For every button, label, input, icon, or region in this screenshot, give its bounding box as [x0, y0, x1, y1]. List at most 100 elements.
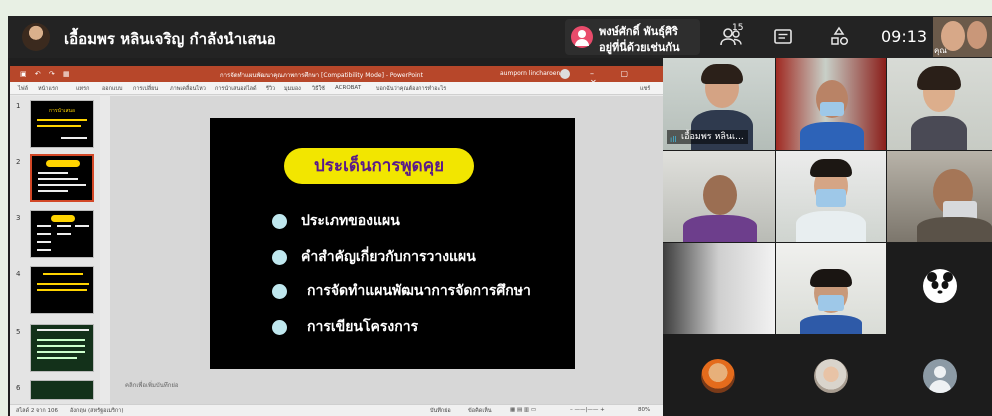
- participant-body: [917, 217, 992, 242]
- share-button[interactable]: แชร์: [640, 85, 650, 93]
- thumbnail-line: [37, 351, 85, 353]
- ribbon-tab[interactable]: มุมมอง: [284, 85, 301, 93]
- bullet-text: คำสำคัญเกี่ยวกับการวางแผน: [301, 249, 476, 265]
- participant-face: [703, 175, 737, 215]
- teams-meeting-window: เอื้อมพร หลินเจริญ กำลังนำเสนอ พงษ์ศักดิ…: [8, 16, 992, 416]
- slide-title: ประเด็นการพูดคุย: [284, 148, 474, 184]
- participant-tile[interactable]: [663, 243, 775, 334]
- thumbnail-line: [37, 225, 51, 227]
- ribbon-tab[interactable]: รีวิว: [266, 85, 275, 93]
- slide-thumbnail[interactable]: [30, 210, 94, 258]
- meeting-clock: 09:13: [881, 27, 928, 46]
- ribbon-tab[interactable]: การนำเสนอสไลด์: [215, 85, 257, 93]
- slide-thumbnail[interactable]: การนำเสนอ: [30, 100, 94, 148]
- zoom-slider[interactable]: – ——|—— +: [570, 407, 605, 413]
- speaker-notification[interactable]: พงษ์ศักดิ์ พันธุ์ศิริ อยู่ที่นี่ด้วยเช่น…: [565, 19, 700, 55]
- participant-tile-avatar[interactable]: [887, 243, 992, 334]
- view-buttons-icon[interactable]: ▦ ▤ ▥ ▭: [510, 407, 536, 413]
- ribbon-tab[interactable]: ไฟล์: [18, 85, 28, 93]
- participant-tile-avatar[interactable]: [663, 335, 775, 416]
- participant-tile[interactable]: [776, 151, 886, 242]
- thumbnail-line: [38, 172, 68, 174]
- user-avatar[interactable]: [560, 69, 570, 79]
- participant-hair: [810, 269, 852, 287]
- thumbnail-line: [75, 225, 89, 227]
- thumbnail-line: [37, 345, 85, 347]
- activities-icon[interactable]: [826, 24, 852, 50]
- thumbnail-line: [37, 241, 51, 243]
- thumbnail-line: [37, 357, 77, 359]
- ribbon-tab[interactable]: แทรก: [76, 85, 89, 93]
- participant-count: 15: [732, 23, 744, 33]
- thumbnail-line: [37, 125, 81, 127]
- notes-button[interactable]: บันทึกย่อ: [430, 407, 451, 415]
- chat-icon[interactable]: [770, 24, 796, 50]
- self-video-thumbnail[interactable]: คุณ: [933, 17, 992, 57]
- current-slide[interactable]: ประเด็นการพูดคุย ประเภทของแผน คำสำคัญเกี…: [210, 118, 575, 369]
- ribbon-tab[interactable]: การเปลี่ยน: [133, 85, 158, 93]
- slide-number: 6: [16, 384, 21, 392]
- thumbnail-line: [37, 283, 89, 285]
- participant-avatar: [814, 359, 848, 393]
- thumbnail-title: การนำเสนอ: [49, 108, 75, 114]
- participant-tile-avatar[interactable]: [776, 335, 886, 416]
- slide-number: 4: [16, 270, 21, 278]
- panda-avatar-icon: [923, 269, 957, 303]
- thumbnail-line: [38, 190, 68, 192]
- thumbnail-line: [37, 289, 87, 291]
- participant-hair: [701, 64, 743, 84]
- ribbon-tab[interactable]: วิธีใช้: [312, 85, 325, 93]
- participant-hair: [810, 159, 852, 177]
- slide-thumbnail[interactable]: [30, 324, 94, 372]
- notes-placeholder[interactable]: คลิกเพื่อเพิ่มบันทึกย่อ: [125, 380, 179, 390]
- participant-avatar: [701, 359, 735, 393]
- participant-tile[interactable]: [776, 243, 886, 334]
- thumbnail-title-pill: [46, 160, 80, 167]
- self-face-2: [967, 21, 987, 49]
- thumbnail-title-pill: [51, 215, 75, 222]
- slide-bullet: การจัดทำแผนพัฒนาการจัดการศึกษา: [272, 280, 531, 302]
- slide-thumbnail[interactable]: [30, 266, 94, 314]
- slide-thumbnail-selected[interactable]: [30, 154, 94, 202]
- language-status[interactable]: อังกฤษ (สหรัฐอเมริกา): [70, 407, 123, 415]
- comments-button[interactable]: ข้อคิดเห็น: [468, 407, 492, 415]
- ribbon-tab[interactable]: ACROBAT: [335, 85, 361, 91]
- bullet-dot-icon: [272, 249, 287, 265]
- participant-tile[interactable]: [887, 58, 992, 150]
- bullet-text: ประเภทของแผน: [301, 213, 400, 229]
- powerpoint-window-title: การจัดทำแผนพัฒนาคุณภาพการศึกษา [Compatib…: [220, 72, 423, 79]
- participant-tile-avatar[interactable]: [887, 335, 992, 416]
- ribbon-tab[interactable]: ออกแบบ: [102, 85, 122, 93]
- slide-thumbnail[interactable]: [30, 380, 94, 400]
- active-speaker-name-tag: ıll เอื้อมพร หลินเ...: [667, 130, 748, 144]
- ribbon-tab[interactable]: ภาพเคลื่อนไหว: [170, 85, 206, 93]
- default-person-icon: [923, 359, 957, 393]
- participant-tile-active-speaker[interactable]: ıll เอื้อมพร หลินเ...: [663, 58, 775, 150]
- slide-number: 1: [16, 102, 21, 110]
- ribbon-tab[interactable]: หน้าแรก: [38, 85, 58, 93]
- bullet-text: การเขียนโครงการ: [307, 319, 419, 335]
- powerpoint-user-name[interactable]: aumporn lincharoen: [500, 70, 560, 77]
- face-mask: [820, 102, 844, 116]
- thumbnail-line: [37, 119, 87, 121]
- participant-tile[interactable]: [776, 58, 886, 150]
- participant-body: [911, 116, 967, 150]
- participant-tile[interactable]: [663, 151, 775, 242]
- zoom-level[interactable]: 80%: [638, 407, 650, 413]
- participant-tile[interactable]: [887, 151, 992, 242]
- slide-number: 5: [16, 328, 21, 336]
- powerpoint-status-bar: สไลด์ 2 จาก 106 อังกฤษ (สหรัฐอเมริกา) บั…: [10, 404, 663, 416]
- participant-body: [800, 122, 864, 150]
- quick-access-icons[interactable]: ▣ ↶ ↷ ▦: [20, 70, 73, 78]
- self-label: คุณ: [934, 46, 947, 55]
- thumbnail-line: [57, 225, 71, 227]
- tell-me-box[interactable]: บอกฉันว่าคุณต้องการทำอะไร: [376, 85, 446, 93]
- bullet-dot-icon: [272, 213, 287, 229]
- participant-video-grid: ıll เอื้อมพร หลินเ...: [663, 58, 992, 416]
- person-avatar-icon: [571, 26, 593, 48]
- bullet-text: การจัดทำแผนพัฒนาการจัดการศึกษา: [307, 283, 531, 299]
- slide-number: 3: [16, 214, 21, 222]
- participant-body: [683, 215, 757, 242]
- slide-number: 2: [16, 158, 21, 166]
- thumbnail-line: [37, 329, 89, 331]
